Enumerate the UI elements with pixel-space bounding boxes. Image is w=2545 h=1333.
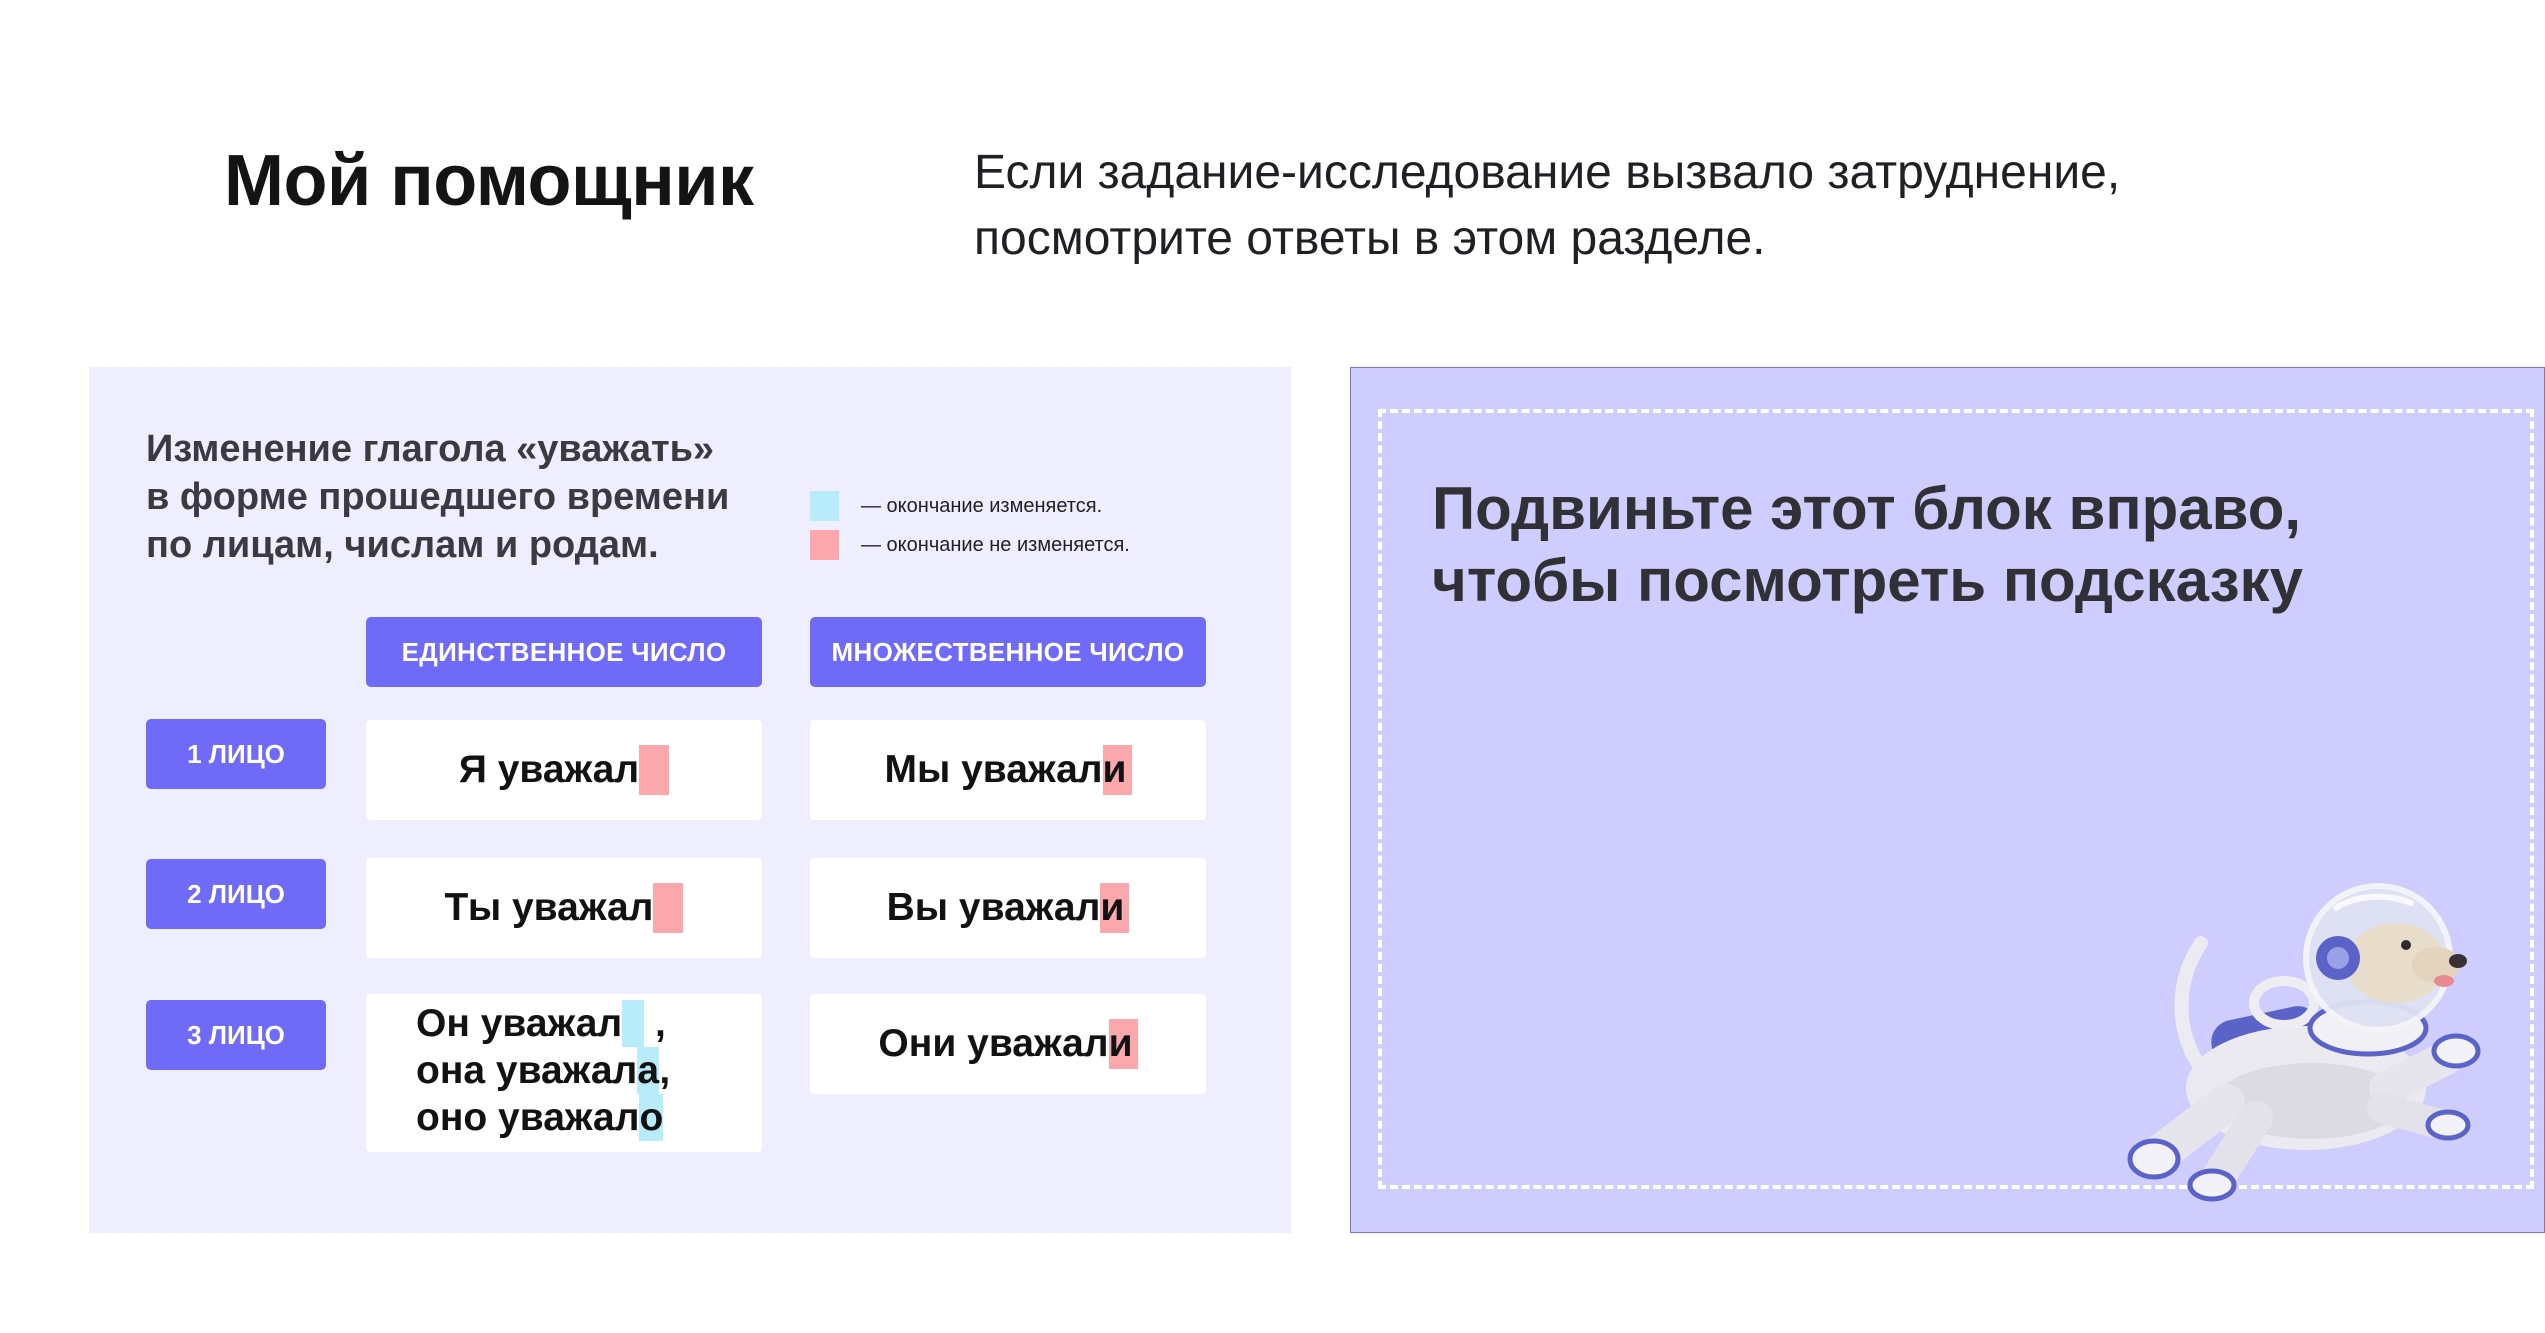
ending-highlight-no-change: и xyxy=(1100,883,1130,933)
page-title: Мой помощник xyxy=(224,141,754,221)
ending-highlight-changes: о xyxy=(639,1094,664,1141)
panel-heading-line-1: Изменение глагола «уважать» xyxy=(146,428,715,470)
cell-2nd-singular: Ты уважал xyxy=(366,858,762,958)
legend-swatch-pink xyxy=(810,530,839,560)
legend-label-changes: — окончание изменяется. xyxy=(861,494,1103,517)
cell-text: Ты уважал xyxy=(444,886,654,929)
column-header-plural: МНОЖЕСТВЕННОЕ ЧИСЛО xyxy=(810,617,1206,687)
legend-item-changes: — окончание изменяется. xyxy=(810,488,1130,524)
cell-text: Они уважал xyxy=(878,1022,1109,1065)
cell-line-feminine: она уважала, xyxy=(416,1047,762,1094)
hint-line-2: чтобы посмотреть подсказку xyxy=(1432,547,2303,614)
cell-text: Я уважал xyxy=(458,748,640,791)
conjugation-panel: Изменение глагола «уважать» в форме прош… xyxy=(89,367,1291,1233)
intro-line-1: Если задание-исследование вызвало затруд… xyxy=(974,146,2121,199)
ending-highlight-no-change: и xyxy=(1108,1019,1138,1069)
cell-text: она уважал xyxy=(416,1049,638,1092)
row-label-2nd-person: 2 ЛИЦО xyxy=(146,859,326,929)
cell-text: Мы уважал xyxy=(884,748,1103,791)
row-label-1st-person: 1 ЛИЦО xyxy=(146,719,326,789)
cell-1st-singular: Я уважал xyxy=(366,720,762,820)
legend: — окончание изменяется. — окончание не и… xyxy=(810,488,1130,566)
astronaut-dog-icon xyxy=(2127,883,2481,1202)
ending-highlight-no-change xyxy=(639,745,670,795)
column-header-singular: ЕДИНСТВЕННОЕ ЧИСЛО xyxy=(366,617,762,687)
panel-heading-line-3: по лицам, числам и родам. xyxy=(146,524,659,566)
ending-highlight-no-change xyxy=(653,883,684,933)
cell-2nd-plural: Вы уважал и xyxy=(810,858,1206,958)
row-label-3rd-person: 3 ЛИЦО xyxy=(146,1000,326,1070)
hint-text: Подвиньте этот блок вправо, чтобы посмот… xyxy=(1432,473,2303,617)
intro-line-2: посмотрите ответы в этом разделе. xyxy=(974,212,1766,265)
cell-1st-plural: Мы уважал и xyxy=(810,720,1206,820)
intro-text: Если задание-исследование вызвало затруд… xyxy=(974,140,2274,272)
panel-heading-line-2: в форме прошедшего времени xyxy=(146,476,730,518)
panel-heading: Изменение глагола «уважать» в форме прош… xyxy=(146,425,826,569)
cell-punctuation: , xyxy=(644,1002,666,1045)
hint-line-1: Подвиньте этот блок вправо, xyxy=(1432,475,2302,542)
legend-label-no-change: — окончание не изменяется. xyxy=(861,533,1130,556)
cell-text: оно уважал xyxy=(416,1096,640,1139)
legend-swatch-blue xyxy=(810,491,839,521)
cell-text: Он уважал xyxy=(416,1002,623,1045)
cell-line-neuter: оно уважало xyxy=(416,1094,762,1141)
ending-highlight-no-change: и xyxy=(1102,745,1132,795)
cell-line-masculine: Он уважал , xyxy=(416,1000,762,1047)
cell-3rd-singular: Он уважал , она уважала, оно уважало xyxy=(366,994,762,1152)
cell-3rd-plural: Они уважал и xyxy=(810,994,1206,1094)
cell-punctuation: , xyxy=(659,1049,671,1092)
cell-text: Вы уважал xyxy=(886,886,1101,929)
legend-item-no-change: — окончание не изменяется. xyxy=(810,527,1130,563)
hint-drag-block[interactable]: Подвиньте этот блок вправо, чтобы посмот… xyxy=(1350,367,2545,1233)
ending-highlight-changes xyxy=(622,1000,645,1047)
ending-highlight-changes: а xyxy=(637,1047,660,1094)
